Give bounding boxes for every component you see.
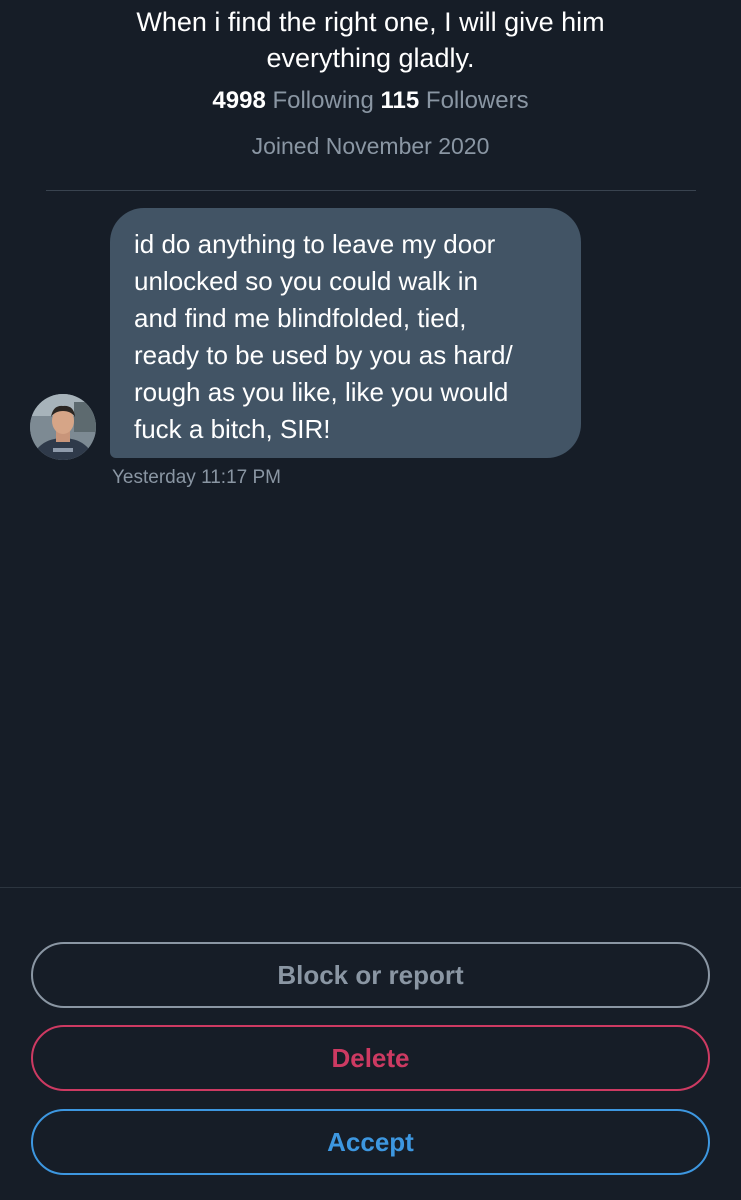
accept-button[interactable]: Accept — [31, 1109, 710, 1175]
following-link[interactable]: 4998 Following — [212, 87, 380, 114]
message-line: rough as you like, like you would — [134, 377, 509, 407]
message-timestamp: Yesterday 11:17 PM — [112, 467, 281, 488]
message-line: and find me blindfolded, tied, — [134, 303, 467, 333]
divider — [0, 887, 741, 888]
following-count: 4998 — [212, 87, 266, 114]
profile-stats: 4998 Following 115 Followers — [0, 86, 741, 116]
block-or-report-button[interactable]: Block or report — [31, 942, 710, 1008]
followers-label: Followers — [419, 87, 529, 114]
delete-button[interactable]: Delete — [31, 1025, 710, 1091]
followers-link[interactable]: 115 Followers — [381, 87, 529, 114]
bio-line: When i find the right one, I will give h… — [136, 7, 605, 37]
bio-line: everything gladly. — [266, 43, 475, 73]
following-label: Following — [265, 87, 381, 114]
profile-bio: When i find the right one, I will give h… — [0, 4, 741, 76]
message-line: id do anything to leave my door — [134, 229, 496, 259]
message-request-screen: When i find the right one, I will give h… — [0, 0, 741, 1200]
divider — [46, 190, 696, 191]
message-line: unlocked so you could walk in — [134, 266, 478, 296]
joined-date: Joined November 2020 — [251, 133, 490, 159]
message-line: ready to be used by you as hard/ — [134, 340, 513, 370]
message-line: fuck a bitch, SIR! — [134, 414, 331, 444]
message-bubble[interactable]: id do anything to leave my door unlocked… — [110, 208, 581, 458]
followers-count: 115 — [380, 87, 420, 114]
user-avatar-icon — [30, 394, 96, 460]
sender-avatar[interactable] — [30, 394, 96, 460]
